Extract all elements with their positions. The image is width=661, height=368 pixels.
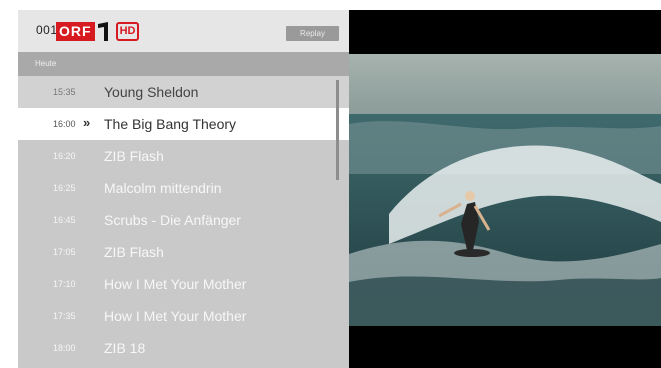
program-title: ZIB 18 xyxy=(104,340,146,356)
program-title: Malcolm mittendrin xyxy=(104,180,222,196)
channel-header: 001 ORF HD Replay xyxy=(18,10,349,52)
program-row[interactable]: 16:20 ZIB Flash xyxy=(18,140,349,172)
program-row[interactable]: 16:45 Scrubs - Die Anfänger xyxy=(18,204,349,236)
program-time: 17:10 xyxy=(53,279,76,289)
channel-one-logo-icon xyxy=(97,21,108,41)
program-time: 15:35 xyxy=(53,87,76,97)
program-time: 16:20 xyxy=(53,151,76,161)
program-row[interactable]: 18:00 ZIB 18 xyxy=(18,332,349,364)
list-scrollbar[interactable] xyxy=(336,80,339,180)
program-title: ZIB Flash xyxy=(104,244,164,260)
program-title: How I Met Your Mother xyxy=(104,276,247,292)
program-time: 16:25 xyxy=(53,183,76,193)
program-title: Young Sheldon xyxy=(104,84,199,100)
program-time: 18:00 xyxy=(53,343,76,353)
program-row[interactable]: 17:05 ZIB Flash xyxy=(18,236,349,268)
program-title: How I Met Your Mother xyxy=(104,308,247,324)
program-time: 17:05 xyxy=(53,247,76,257)
program-row[interactable]: 16:25 Malcolm mittendrin xyxy=(18,172,349,204)
channel-logo: ORF HD xyxy=(56,21,140,41)
replay-button[interactable]: Replay xyxy=(286,26,339,41)
channel-number: 001 xyxy=(36,23,58,37)
program-title: Scrubs - Die Anfänger xyxy=(104,212,241,228)
epg-panel: 001 ORF HD Replay Heute 15:35 Young Shel… xyxy=(18,10,349,368)
hd-badge: HD xyxy=(115,21,140,41)
program-list: 15:35 Young Sheldon 16:00 » The Big Bang… xyxy=(18,76,349,368)
program-title: ZIB Flash xyxy=(104,148,164,164)
day-label: Heute xyxy=(35,59,57,68)
program-time: 17:35 xyxy=(53,311,76,321)
program-row[interactable]: 17:10 How I Met Your Mother xyxy=(18,268,349,300)
surfer-wave-image xyxy=(349,54,661,326)
program-row-selected[interactable]: 16:00 » The Big Bang Theory xyxy=(18,108,349,140)
program-title: The Big Bang Theory xyxy=(104,116,237,132)
orf-logo: ORF xyxy=(56,21,95,41)
program-time: 16:00 xyxy=(53,119,76,129)
program-time: 16:45 xyxy=(53,215,76,225)
selected-chevron-icon: » xyxy=(83,115,91,130)
video-preview xyxy=(349,54,661,326)
program-row[interactable]: 17:35 How I Met Your Mother xyxy=(18,300,349,332)
scrollbar-thumb[interactable] xyxy=(336,80,339,180)
day-header: Heute xyxy=(18,52,349,76)
tv-screen: 001 ORF HD Replay Heute 15:35 Young Shel… xyxy=(18,10,661,368)
program-row[interactable]: 15:35 Young Sheldon xyxy=(18,76,349,108)
